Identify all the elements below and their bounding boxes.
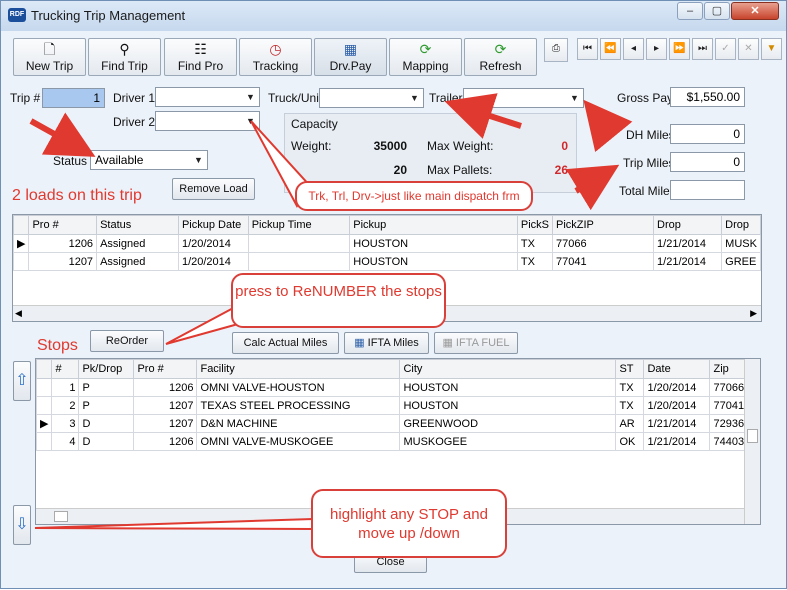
drivers-callout: Trk, Trl, Drv->just like main dispatch f… xyxy=(295,181,533,211)
trip-management-window: RDF Trucking Trip Management – ▢ ✕ 🗋 New… xyxy=(0,0,787,589)
renumber-callout: press to ReNUMBER the stops xyxy=(231,273,446,328)
highlight-callout: highlight any STOP and move up /down xyxy=(311,489,507,558)
arrow-status xyxy=(29,112,96,157)
arrow-trip-miles xyxy=(565,164,620,211)
arrow-gross-pay xyxy=(583,99,633,153)
highlight-callout-tail xyxy=(34,517,314,531)
arrow-trailer xyxy=(444,93,522,139)
